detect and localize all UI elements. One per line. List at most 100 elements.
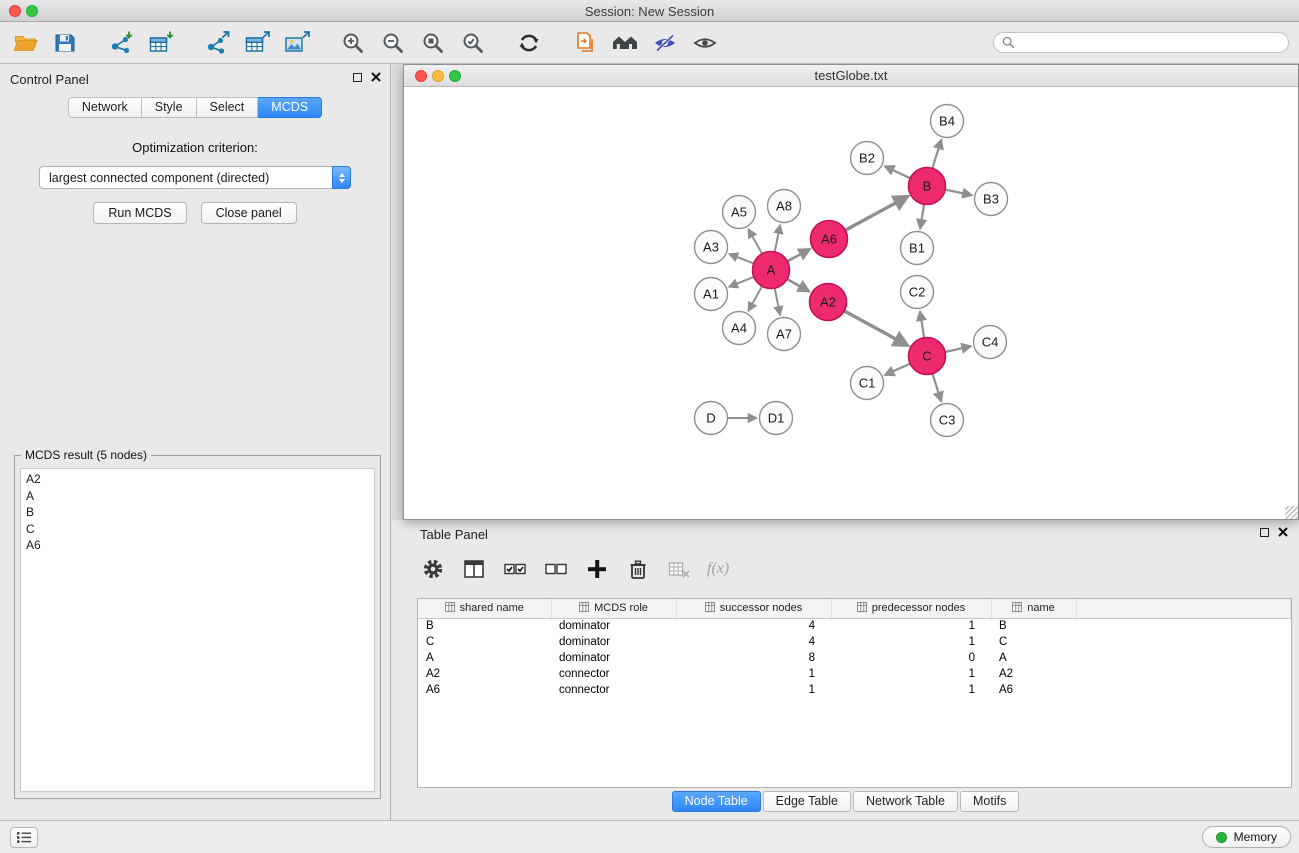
result-item[interactable]: C — [26, 521, 369, 538]
table-settings-button[interactable] — [420, 556, 446, 582]
open-session-button[interactable] — [8, 26, 42, 60]
graph-edge-A-A8[interactable] — [775, 225, 780, 252]
table-cell[interactable]: C — [418, 634, 551, 650]
result-item[interactable]: A2 — [26, 471, 369, 488]
net-close-button[interactable] — [415, 70, 427, 82]
tab-network-table[interactable]: Network Table — [853, 791, 958, 812]
result-item[interactable]: B — [26, 504, 369, 521]
close-panel-x-icon[interactable] — [371, 72, 381, 82]
search-input[interactable] — [1020, 36, 1280, 50]
table-cell[interactable]: A — [418, 650, 551, 666]
table-cell[interactable]: 0 — [831, 650, 991, 666]
add-column-button[interactable] — [584, 556, 610, 582]
graph-edge-A-A3[interactable] — [729, 254, 754, 263]
table-cell[interactable]: 8 — [676, 650, 831, 666]
zoom-out-button[interactable] — [376, 26, 410, 60]
deselect-all-button[interactable] — [543, 556, 569, 582]
column-header-name[interactable]: name — [991, 599, 1076, 618]
tab-node-table[interactable]: Node Table — [672, 791, 761, 812]
table-cell[interactable]: 1 — [831, 634, 991, 650]
graph-edge-B-B4[interactable] — [932, 140, 941, 169]
result-item[interactable]: A — [26, 488, 369, 505]
table-cell[interactable]: 1 — [676, 666, 831, 682]
show-panel-button[interactable] — [688, 26, 722, 60]
column-header-MCDS-role[interactable]: MCDS role — [551, 599, 676, 618]
graph-node-A5[interactable]: A5 — [723, 196, 756, 229]
graph-edge-A-A5[interactable] — [748, 229, 762, 254]
tab-style[interactable]: Style — [142, 97, 197, 118]
table-cell[interactable]: 4 — [676, 634, 831, 650]
graph-node-B[interactable]: B — [909, 168, 946, 205]
table-cell[interactable]: 1 — [676, 682, 831, 698]
graph-node-A6[interactable]: A6 — [811, 221, 848, 258]
close-table-panel-icon[interactable] — [1278, 527, 1288, 537]
table-cell[interactable]: B — [991, 618, 1076, 634]
table-cell[interactable]: 1 — [831, 682, 991, 698]
table-cell[interactable]: 4 — [676, 618, 831, 634]
memory-button[interactable]: Memory — [1202, 826, 1291, 848]
run-mcds-button[interactable]: Run MCDS — [93, 202, 186, 224]
graph-node-A1[interactable]: A1 — [695, 278, 728, 311]
graph-edge-B-B3[interactable] — [945, 190, 972, 195]
graph-node-B2[interactable]: B2 — [851, 142, 884, 175]
graph-edge-A-A6[interactable] — [787, 249, 810, 261]
table-cell[interactable]: A2 — [418, 666, 551, 682]
graph-node-B1[interactable]: B1 — [901, 232, 934, 265]
graph-node-C4[interactable]: C4 — [974, 326, 1007, 359]
graph-edge-C-C2[interactable] — [920, 311, 924, 337]
zoom-selected-button[interactable] — [456, 26, 490, 60]
show-columns-button[interactable] — [461, 556, 487, 582]
table-row[interactable]: A6connector11A6 — [418, 682, 1291, 698]
column-header-shared-name[interactable]: shared name — [418, 599, 551, 618]
graph-edge-C-C1[interactable] — [885, 364, 910, 375]
graph-edge-A-A2[interactable] — [787, 279, 809, 291]
zoom-in-button[interactable] — [336, 26, 370, 60]
tab-select[interactable]: Select — [197, 97, 259, 118]
graph-edge-C-C3[interactable] — [933, 374, 942, 402]
graph-edge-A6-B[interactable] — [845, 196, 908, 230]
table-cell[interactable]: B — [418, 618, 551, 634]
graph-node-A2[interactable]: A2 — [810, 284, 847, 321]
table-cell[interactable]: 1 — [831, 666, 991, 682]
table-cell[interactable]: A6 — [418, 682, 551, 698]
table-row[interactable]: Bdominator41B — [418, 618, 1291, 634]
home-button[interactable] — [608, 26, 642, 60]
table-cell[interactable]: connector — [551, 666, 676, 682]
export-table-button[interactable] — [240, 26, 274, 60]
graph-node-A8[interactable]: A8 — [768, 190, 801, 223]
select-all-button[interactable] — [502, 556, 528, 582]
import-network-button[interactable] — [104, 26, 138, 60]
zoom-fit-button[interactable] — [416, 26, 450, 60]
network-canvas[interactable]: B4B2BB3A5A8A6B1A3AC2A1A2A4A7C1CC4C3DD1 — [404, 87, 1298, 519]
table-cell[interactable]: C — [991, 634, 1076, 650]
graph-node-C1[interactable]: C1 — [851, 367, 884, 400]
table-cell[interactable]: dominator — [551, 634, 676, 650]
export-image-button[interactable] — [280, 26, 314, 60]
table-cell[interactable]: dominator — [551, 650, 676, 666]
graph-edge-A-A4[interactable] — [748, 286, 762, 311]
table-cell[interactable]: dominator — [551, 618, 676, 634]
column-header-successor-nodes[interactable]: successor nodes — [676, 599, 831, 618]
graph-node-D[interactable]: D — [695, 402, 728, 435]
graph-node-C3[interactable]: C3 — [931, 404, 964, 437]
net-minimize-button[interactable] — [432, 70, 444, 82]
resize-grip-icon[interactable] — [1285, 506, 1298, 519]
hide-panel-button[interactable] — [648, 26, 682, 60]
column-header-predecessor-nodes[interactable]: predecessor nodes — [831, 599, 991, 618]
task-history-button[interactable] — [10, 827, 38, 848]
graph-node-A7[interactable]: A7 — [768, 318, 801, 351]
table-cell[interactable]: A2 — [991, 666, 1076, 682]
graph-node-A3[interactable]: A3 — [695, 231, 728, 264]
search-field[interactable] — [993, 32, 1289, 53]
graph-edge-A-A7[interactable] — [775, 288, 780, 315]
criterion-dropdown[interactable]: largest connected component (directed) — [39, 166, 351, 189]
table-row[interactable]: Adominator80A — [418, 650, 1291, 666]
graph-edge-B-B2[interactable] — [885, 166, 911, 178]
graph-node-D1[interactable]: D1 — [760, 402, 793, 435]
network-window-titlebar[interactable]: testGlobe.txt — [404, 65, 1298, 87]
tab-edge-table[interactable]: Edge Table — [763, 791, 851, 812]
float-table-panel-icon[interactable] — [1260, 528, 1269, 537]
save-session-button[interactable] — [48, 26, 82, 60]
table-cell[interactable]: A — [991, 650, 1076, 666]
graph-edge-A2-C[interactable] — [844, 311, 908, 346]
